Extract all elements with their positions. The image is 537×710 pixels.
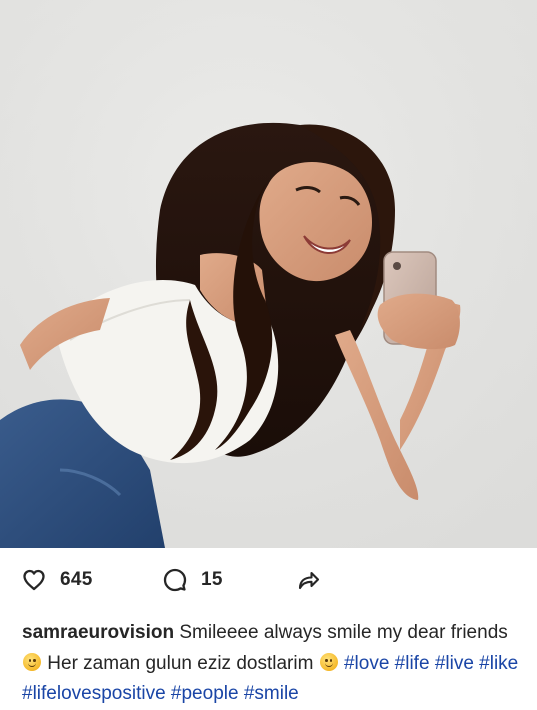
hashtag-link[interactable]: #like bbox=[479, 653, 518, 674]
hashtag-link[interactable]: #love bbox=[344, 653, 389, 674]
comment-icon bbox=[163, 568, 187, 592]
hashtag-link[interactable]: #live bbox=[435, 653, 474, 674]
caption-text-secondary: Her zaman gulun eziz dostlarim bbox=[47, 652, 314, 674]
hashtag-link[interactable]: #life bbox=[395, 653, 430, 674]
share-arrow-icon bbox=[298, 571, 320, 590]
post-action-bar: 645 15 bbox=[0, 548, 537, 610]
like-button[interactable]: 645 bbox=[22, 568, 93, 592]
hashtag-link[interactable]: #lifelovespositive bbox=[22, 683, 166, 704]
like-count: 645 bbox=[60, 569, 93, 590]
smiling-face-emoji-icon bbox=[23, 652, 41, 671]
instagram-post: 645 15 samraeurovision Smileeee always s… bbox=[0, 0, 537, 704]
hashtag-link[interactable]: #smile bbox=[244, 683, 299, 704]
hashtag-link[interactable]: #people bbox=[171, 683, 239, 704]
post-photo[interactable] bbox=[0, 0, 537, 548]
selfie-illustration bbox=[0, 0, 537, 548]
heart-icon bbox=[23, 569, 45, 591]
post-caption: samraeurovision Smileeee always smile my… bbox=[22, 618, 522, 710]
caption-text: Smileeee always smile my dear friends bbox=[179, 622, 508, 643]
caption-username[interactable]: samraeurovision bbox=[22, 622, 174, 643]
share-button[interactable] bbox=[296, 568, 320, 592]
smiling-face-emoji-icon bbox=[319, 652, 338, 671]
comment-count: 15 bbox=[201, 569, 223, 590]
comment-button[interactable]: 15 bbox=[163, 568, 223, 592]
